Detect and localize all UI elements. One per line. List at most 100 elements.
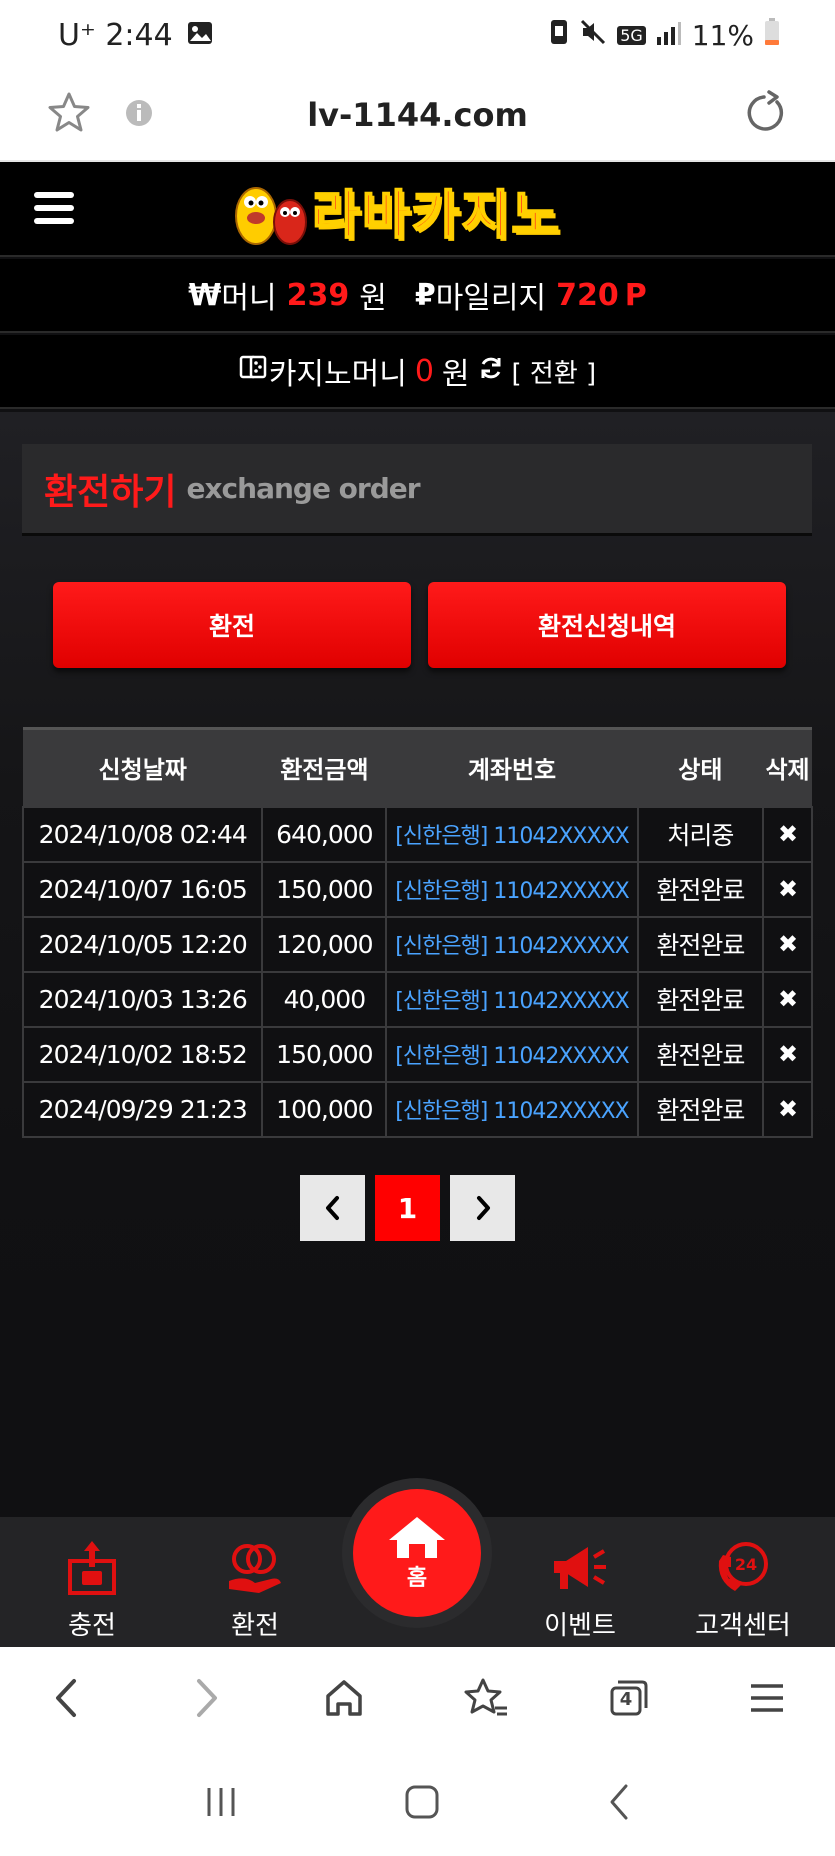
delete-icon[interactable]: ✖ <box>762 860 813 918</box>
dice-icon <box>239 353 267 389</box>
network-label: 5G <box>617 25 646 45</box>
browser-menu-icon[interactable] <box>747 1678 787 1722</box>
table-row: 2024/10/03 13:26 40,000 [신한은행] 11042XXXX… <box>21 970 813 1028</box>
table-row: 2024/09/29 21:23 100,000 [신한은행] 11042XXX… <box>21 1080 813 1138</box>
pagination: 1 <box>300 1175 515 1241</box>
casino-money-label: 카지노머니 <box>268 357 407 392</box>
row-account: [신한은행] 11042XXXXX <box>385 805 639 863</box>
recent-apps-icon[interactable] <box>201 1784 241 1824</box>
url-text[interactable]: lv-1144.com <box>307 96 528 134</box>
larva-mascot-icon <box>235 187 307 245</box>
chevron-right-icon <box>476 1196 490 1220</box>
casino-money-value: 0 <box>414 353 434 389</box>
exchange-history-button[interactable]: 환전신청내역 <box>428 582 786 668</box>
support-badge: 24 <box>735 1555 757 1574</box>
row-status: 환전완료 <box>636 915 765 973</box>
delete-icon[interactable]: ✖ <box>762 970 813 1028</box>
carrier-time: U⁺ 2:44 <box>58 17 173 53</box>
row-status: 환전완료 <box>636 1025 765 1083</box>
table-header-row: 신청날짜 환전금액 계좌번호 상태 삭제 <box>23 727 812 807</box>
nav-event-label: 이벤트 <box>544 1611 616 1641</box>
delete-icon[interactable]: ✖ <box>762 805 813 863</box>
site-info-icon[interactable] <box>124 98 154 132</box>
row-status: 환전완료 <box>636 1080 765 1138</box>
row-date: 2024/10/05 12:20 <box>21 915 264 973</box>
system-home-icon[interactable] <box>402 1782 442 1826</box>
nav-support[interactable]: 24 고객센터 <box>683 1537 803 1642</box>
row-amount: 40,000 <box>261 970 388 1028</box>
nav-charge-label: 충전 <box>68 1611 116 1641</box>
exchange-button[interactable]: 환전 <box>53 582 411 668</box>
reload-icon[interactable] <box>741 90 787 140</box>
home-icon <box>389 1517 445 1558</box>
back-icon[interactable] <box>48 1673 88 1727</box>
row-status: 환전완료 <box>636 860 765 918</box>
mileage-value: 720 <box>556 277 619 313</box>
nav-home-label: 홈 <box>406 1566 428 1591</box>
charge-icon <box>32 1537 152 1599</box>
peso-icon: ₽ <box>414 277 436 313</box>
nfc-icon <box>549 18 569 53</box>
row-status: 처리중 <box>636 805 765 863</box>
site-header: 라바카지노 <box>0 162 835 257</box>
next-page-button[interactable] <box>450 1175 515 1241</box>
money-label: 머니 <box>221 281 277 316</box>
system-back-icon[interactable] <box>604 1782 634 1826</box>
megaphone-icon <box>520 1537 640 1599</box>
forward-icon[interactable] <box>185 1673 225 1727</box>
delete-icon[interactable]: ✖ <box>762 915 813 973</box>
header-amount: 환전금액 <box>262 727 387 807</box>
nav-exchange-label: 환전 <box>231 1611 279 1641</box>
home-page-icon[interactable] <box>322 1676 366 1724</box>
money-unit: 원 <box>359 281 387 316</box>
prev-page-button[interactable] <box>300 1175 365 1241</box>
nav-charge[interactable]: 충전 <box>32 1537 152 1642</box>
site-logo[interactable]: 라바카지노 <box>228 172 608 248</box>
header-status: 상태 <box>637 727 764 807</box>
bookmark-star-icon[interactable] <box>46 90 92 140</box>
casino-money-unit: 원 <box>441 357 470 392</box>
mileage-label: 마일리지 <box>435 281 547 316</box>
bookmarks-icon[interactable] <box>463 1676 509 1724</box>
row-account: [신한은행] 11042XXXXX <box>385 1025 639 1083</box>
row-date: 2024/10/02 18:52 <box>21 1025 264 1083</box>
row-amount: 100,000 <box>261 1080 388 1138</box>
mute-icon <box>579 18 607 53</box>
row-amount: 640,000 <box>261 805 388 863</box>
row-date: 2024/10/03 13:26 <box>21 970 264 1028</box>
signal-icon <box>656 19 682 52</box>
header-delete: 삭제 <box>763 727 812 807</box>
tabs-icon[interactable]: 4 <box>606 1676 650 1724</box>
convert-button[interactable]: [ 전환 ] <box>512 353 597 390</box>
delete-icon[interactable]: ✖ <box>762 1080 813 1138</box>
row-date: 2024/09/29 21:23 <box>21 1080 264 1138</box>
nav-home-button[interactable]: 홈 <box>342 1478 492 1628</box>
refresh-icon[interactable] <box>478 354 504 389</box>
table-row: 2024/10/02 18:52 150,000 [신한은행] 11042XXX… <box>21 1025 813 1083</box>
row-account: [신한은행] 11042XXXXX <box>385 860 639 918</box>
mileage-unit: P <box>624 277 647 313</box>
table-row: 2024/10/08 02:44 640,000 [신한은행] 11042XXX… <box>21 805 813 863</box>
system-nav-bar <box>0 1752 835 1856</box>
row-status: 환전완료 <box>636 970 765 1028</box>
panel-title: 환전하기 exchange order <box>22 444 812 536</box>
nav-support-label: 고객센터 <box>695 1611 791 1641</box>
site-page: 라바카지노 ₩ 머니 239 원 ₽ 마일리지 720 P 카지노머니 0 원 … <box>0 162 835 1647</box>
delete-icon[interactable]: ✖ <box>762 1025 813 1083</box>
row-account: [신한은행] 11042XXXXX <box>385 970 639 1028</box>
nav-exchange[interactable]: 환전 <box>195 1537 315 1642</box>
row-account: [신한은행] 11042XXXXX <box>385 915 639 973</box>
nav-event[interactable]: 이벤트 <box>520 1537 640 1642</box>
gallery-icon <box>187 18 213 53</box>
page-1-button[interactable]: 1 <box>375 1175 440 1241</box>
menu-icon[interactable] <box>34 192 74 226</box>
chevron-left-icon <box>325 1196 339 1220</box>
status-bar: U⁺ 2:44 5G 11% <box>0 0 835 70</box>
browser-nav-bar: 4 <box>0 1647 835 1752</box>
table-row: 2024/10/07 16:05 150,000 [신한은행] 11042XXX… <box>21 860 813 918</box>
battery-icon <box>764 17 780 53</box>
won-icon: ₩ <box>188 277 222 313</box>
row-amount: 120,000 <box>261 915 388 973</box>
coins-hand-icon <box>195 1537 315 1599</box>
row-date: 2024/10/08 02:44 <box>21 805 264 863</box>
